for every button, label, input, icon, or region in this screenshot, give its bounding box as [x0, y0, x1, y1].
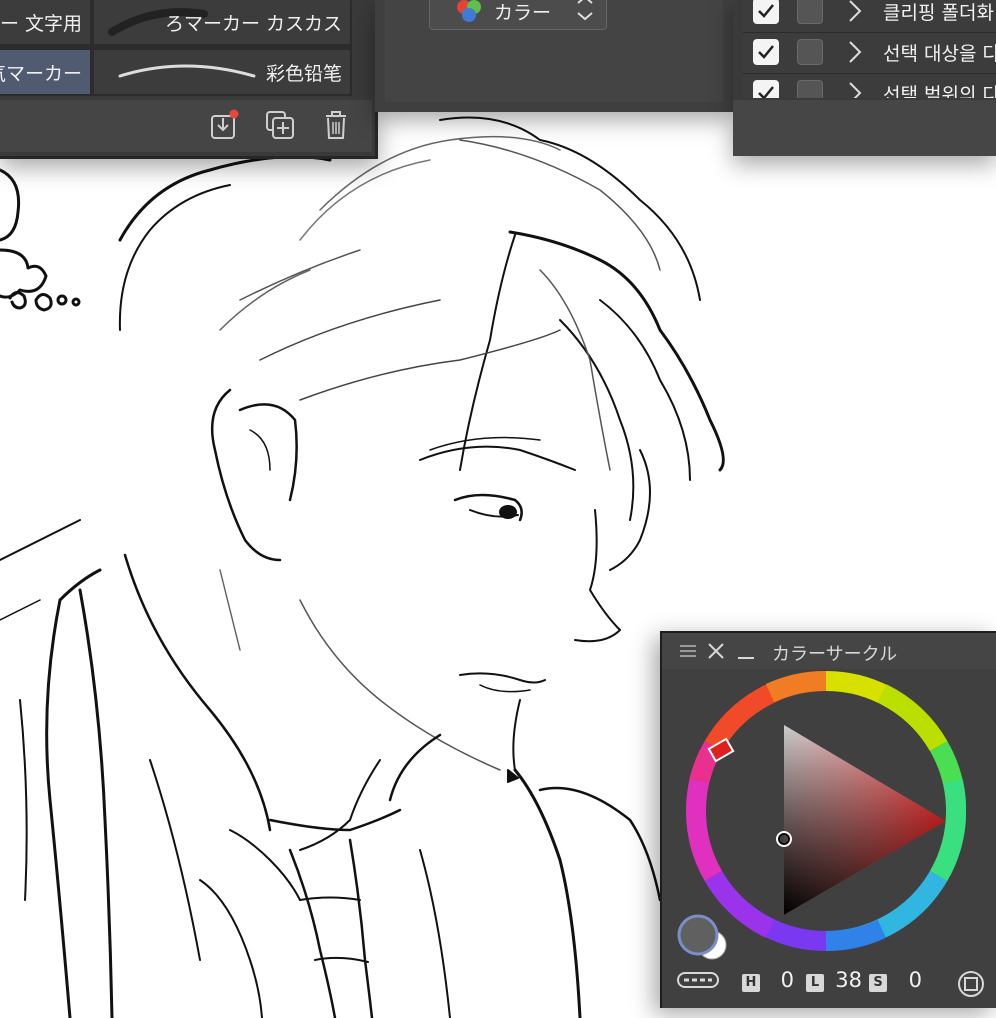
menu-icon[interactable] [678, 641, 698, 661]
brush-item[interactable]: ろマーカー カスカス [94, 0, 350, 44]
layer-panel: 클리핑 폴더화 선택 대상을 다 선택 범위의 다 [733, 0, 996, 156]
color-circle-panel: カラーサークル H 0 L 38 S 0 [660, 631, 996, 1008]
chevron-updown-icon [577, 0, 593, 21]
color-circle-body: H 0 L 38 S 0 [662, 669, 996, 1008]
brush-panel: ー 文字用 ろマーカー カスカス 気マーカー 彩色铅笔 [0, 0, 378, 159]
layer-panel-footer [733, 100, 996, 156]
hue-value[interactable]: 0 [752, 968, 794, 992]
brush-item[interactable]: ー 文字用 [0, 0, 90, 44]
layer-row[interactable]: 선택 대상을 다 [743, 33, 996, 74]
color-set-panel: カラー [375, 0, 733, 112]
hair-sketch [118, 116, 725, 571]
color-circle-header: カラーサークル [662, 633, 996, 669]
brush-list: ー 文字用 ろマーカー カスカス 気マーカー 彩色铅笔 [0, 0, 352, 96]
trash-icon[interactable] [320, 108, 352, 142]
layer-lock-box[interactable] [797, 80, 823, 98]
color-space-toggle-icon[interactable] [956, 969, 986, 999]
layer-checkbox[interactable] [753, 0, 779, 24]
panel-title: カラーサークル [772, 644, 898, 665]
layer-row[interactable]: 클리핑 폴더화 [743, 0, 996, 33]
face-sketch [219, 493, 621, 771]
hue-ring[interactable] [686, 671, 966, 951]
brush-toolbar [0, 100, 372, 152]
chevron-right-icon[interactable] [847, 38, 863, 66]
chevron-right-icon[interactable] [847, 79, 863, 98]
color-set-area: カラー [385, 0, 723, 102]
color-set-icon [457, 0, 481, 22]
duplicate-icon[interactable] [264, 108, 296, 142]
chevron-right-icon[interactable] [847, 0, 863, 25]
close-icon[interactable] [706, 641, 726, 661]
ear-sketch [210, 388, 298, 562]
layer-checkbox[interactable] [753, 39, 779, 65]
brush-item-selected[interactable]: 気マーカー [0, 50, 90, 94]
layer-checkbox[interactable] [753, 80, 779, 98]
minimize-icon[interactable] [736, 641, 756, 661]
layer-row[interactable]: 선택 범위의 다 [743, 74, 996, 98]
brush-item[interactable]: 彩色铅笔 [94, 50, 350, 94]
hsl-values: H 0 L 38 S 0 [662, 965, 996, 1001]
import-icon[interactable] [208, 108, 240, 142]
thought-bubble-sketch [0, 168, 81, 312]
layer-lock-box[interactable] [797, 39, 823, 65]
saturation-value[interactable]: 0 [880, 968, 922, 992]
layer-lock-box[interactable] [797, 0, 823, 24]
suit-sketch [0, 519, 662, 1018]
layer-list: 클리핑 폴더화 선택 대상을 다 선택 범위의 다 [743, 0, 996, 98]
brush-stroke-preview [118, 64, 256, 78]
main-sub-color-swatch[interactable] [672, 913, 736, 965]
color-set-dropdown[interactable]: カラー [429, 0, 607, 30]
lightness-value[interactable]: 38 [820, 968, 862, 992]
